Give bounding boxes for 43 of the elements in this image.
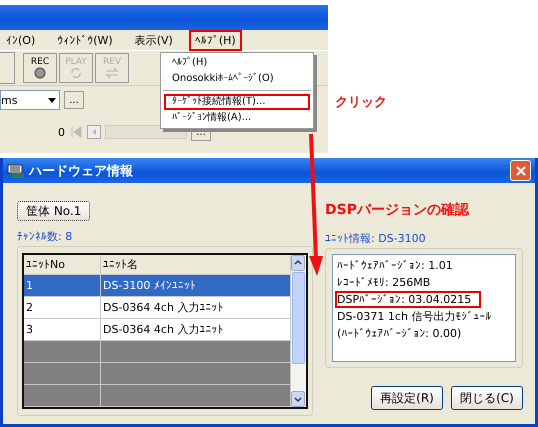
window-title: ハードウェア情報 — [29, 162, 134, 180]
toolbar-button[interactable] — [0, 52, 15, 84]
loop-icon — [69, 67, 83, 79]
skip-start-icon[interactable] — [69, 125, 83, 139]
swap-icon — [104, 67, 120, 79]
menu-item[interactable]: Onosokkiﾎｰﾑﾍﾟｰｼﾞ(O) — [164, 71, 310, 87]
menu-item[interactable]: ﾍﾙﾌﾟ(H) — [164, 55, 310, 71]
menu-item[interactable]: 表示(V) — [128, 28, 179, 52]
dsp-annotation: DSPバージョンの確認 — [325, 201, 470, 219]
dialog-button[interactable]: 再設定(R) — [371, 386, 443, 410]
info-line: DS-0371 1ch 信号出力ﾓｼﾞｭｰﾙ — [336, 309, 492, 325]
record-icon — [34, 67, 46, 79]
menu-item[interactable]: ﾀｰｹﾞｯﾄ接続情報(T)... — [164, 94, 310, 110]
chassis-button[interactable]: 筐体 No.1 — [17, 201, 90, 221]
info-line: (ﾊｰﾄﾞｳｪｱﾊﾞｰｼﾞｮﾝ: 0.00) — [336, 326, 462, 342]
close-button[interactable] — [510, 160, 531, 181]
toolbar-button[interactable]: REC — [23, 53, 57, 83]
column-header[interactable]: ﾕﾆｯﾄNo — [24, 255, 101, 274]
scroll-down-icon[interactable] — [291, 391, 305, 407]
menu-item[interactable]: ｲﾝ(O) — [0, 30, 42, 50]
channel-count-label: ﾁｬﾝﾈﾙ数: 8 — [17, 229, 72, 244]
info-line: ﾚｺｰﾄﾞﾒﾓﾘ: 256MB — [336, 275, 432, 291]
scroll-thumb[interactable] — [292, 272, 305, 364]
table-row[interactable]: 1 DS-3100 ﾒｲﾝﾕﾆｯﾄ — [24, 275, 291, 297]
info-line: ﾊｰﾄﾞｳｪｱﾊﾞｰｼﾞｮﾝ: 1.01 — [336, 258, 454, 274]
position-value: 0 — [58, 126, 65, 138]
table-cell: 3 — [24, 319, 101, 340]
menu-item[interactable]: ﾊﾞｰｼﾞｮﾝ情報(A)... — [164, 110, 310, 126]
unit-info-label: ﾕﾆｯﾄ情報: DS-3100 — [325, 231, 427, 246]
more-button[interactable]: ... — [64, 91, 84, 109]
close-icon — [514, 164, 526, 176]
table-row[interactable]: 3 DS-0364 4ch 入力ﾕﾆｯﾄ — [24, 319, 291, 341]
table-cell: 2 — [24, 297, 101, 318]
hardware-icon — [7, 162, 25, 178]
dialog-button[interactable]: 閉じる(C) — [451, 386, 523, 410]
menu-item[interactable]: ｳｨﾝﾄﾞｳ(W) — [51, 30, 119, 50]
table-cell: 1 — [24, 275, 101, 296]
unit-dropdown[interactable]: ms — [0, 90, 60, 110]
scrollbar[interactable] — [291, 255, 306, 407]
menu-item[interactable]: ﾍﾙﾌﾟ(H) — [188, 30, 242, 50]
click-annotation: クリック — [335, 94, 387, 111]
table-row[interactable]: 2 DS-0364 4ch 入力ﾕﾆｯﾄ — [24, 297, 291, 319]
scroll-up-icon[interactable] — [291, 255, 305, 271]
